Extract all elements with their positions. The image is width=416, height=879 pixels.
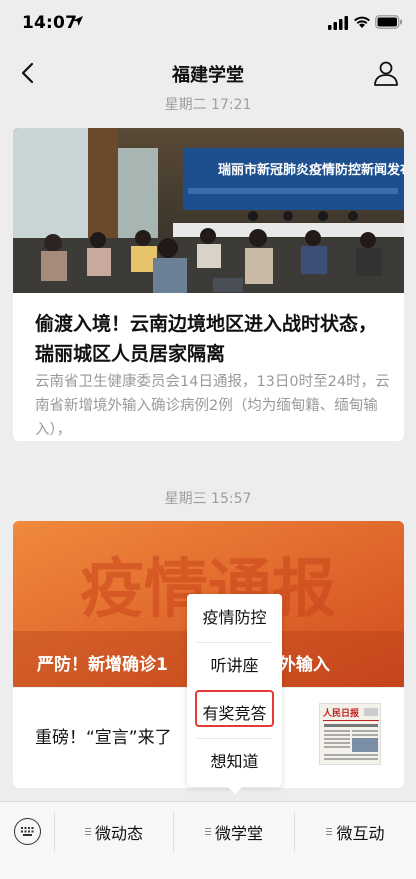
banner-headline: 严防！新增确诊1 境外输入 — [37, 655, 330, 675]
nav-bar: 福建学堂 — [0, 48, 416, 98]
status-time: 14:07 — [22, 13, 78, 33]
sub-menu-popup: 疫情防控 听讲座 有奖竞答 想知道 — [187, 594, 282, 787]
cellular-signal-icon — [328, 16, 348, 30]
tab-label: 微学堂 — [214, 824, 263, 843]
menu-grip-icon — [326, 827, 333, 837]
highlight-box — [195, 690, 274, 727]
message-timestamp: 星期二 17:21 — [164, 97, 252, 113]
wifi-icon — [354, 16, 370, 28]
tab-wei-dongtai[interactable]: 微动态 — [55, 802, 173, 862]
article-cover-image: 瑞丽市新冠肺炎疫情防控新闻发布会 — [13, 128, 404, 293]
message-timestamp: 星期三 15:57 — [164, 491, 252, 507]
tab-label: 微互动 — [336, 824, 385, 843]
tab-wei-hudong[interactable]: 微互动 — [295, 802, 416, 862]
status-bar: 14:07 — [0, 0, 416, 48]
article-card[interactable]: 瑞丽市新冠肺炎疫情防控新闻发布会 偷渡入境！云南边境地区进入战时状态，瑞丽城区人… — [13, 128, 404, 441]
keyboard-icon[interactable] — [14, 818, 41, 845]
menu-item-epidemic-prevention[interactable]: 疫情防控 — [187, 594, 282, 642]
location-arrow-icon — [73, 16, 83, 26]
person-icon[interactable] — [372, 59, 400, 87]
menu-grip-icon — [204, 827, 211, 837]
tab-label: 微动态 — [94, 824, 143, 843]
menu-item-lecture[interactable]: 听讲座 — [187, 642, 282, 690]
tab-wei-xuetang[interactable]: 微学堂 — [174, 802, 294, 862]
menu-grip-icon — [84, 827, 91, 837]
menu-item-want-to-know[interactable]: 想知道 — [187, 738, 282, 786]
article-title: 偷渡入境！云南边境地区进入战时状态，瑞丽城区人员居家隔离 — [35, 313, 378, 365]
battery-icon — [375, 15, 402, 29]
sub-article-thumbnail[interactable]: 人民日报 — [319, 703, 381, 765]
sub-article-title[interactable]: 重磅！“宣言”来了 — [35, 723, 172, 748]
banner-text: 瑞丽市新冠肺炎疫情防控新闻发布会 — [218, 162, 404, 178]
bottom-menu-bar: 微动态 微学堂 微互动 — [0, 801, 416, 879]
thumb-logo-text: 人民日报 — [322, 707, 359, 719]
article-description: 云南省卫生健康委员会14日通报，13日0时至24时，云南省新增境外输入确诊病例2… — [35, 374, 390, 438]
page-title: 福建学堂 — [172, 65, 244, 86]
popup-pointer — [227, 786, 243, 794]
